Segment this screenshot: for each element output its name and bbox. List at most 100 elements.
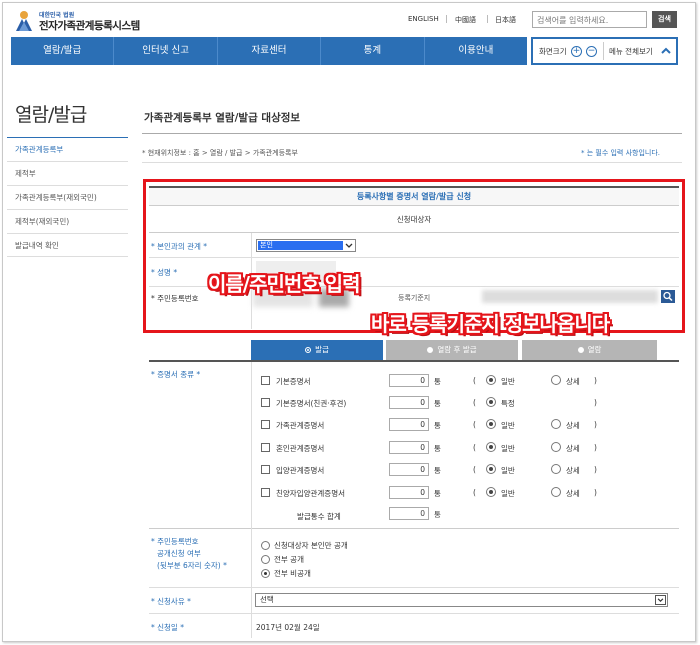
zoom-in-icon[interactable]: + [571, 46, 582, 57]
sidebar-nav: 가족관계등록부 제적부 가족관계등록부(재외국민) 제적부(재외국민) 발급내역… [7, 137, 128, 257]
certificate-quantity-input[interactable]: 0 [389, 463, 429, 476]
paren-close: ) [594, 488, 597, 497]
certificate-unit: 통 [434, 444, 441, 453]
chevron-up-icon[interactable] [660, 45, 672, 57]
reason-label: * 신청사유 * [151, 597, 191, 606]
certificate-name: 입양관계증명서 [276, 466, 325, 475]
certificate-option2-radio[interactable] [551, 487, 561, 497]
sidebar-item-removed-register-overseas[interactable]: 제적부(재외국민) [7, 209, 128, 233]
radio-icon [261, 541, 270, 550]
divider [149, 613, 679, 614]
sidebar-item-family-register[interactable]: 가족관계등록부 [7, 137, 128, 161]
overlay-caption-2: 바로 등록기준지 정보나옵니다 [371, 312, 610, 336]
sidebar-item-removed-register[interactable]: 제적부 [7, 161, 128, 185]
certificate-option1-label: 특정 [501, 399, 515, 408]
certificate-quantity-input[interactable]: 0 [389, 374, 429, 387]
reason-selected-value: 선택 [260, 595, 274, 604]
certificate-name: 기본증명서 [276, 377, 311, 386]
divider [149, 528, 679, 529]
certificate-checkbox[interactable] [261, 376, 270, 385]
total-label: 발급통수 합계 [297, 512, 341, 521]
certificate-row: 기본증명서 0 통 (일반 상세) [261, 374, 681, 388]
total-quantity: 0 [389, 507, 429, 520]
certificate-checkbox[interactable] [261, 443, 270, 452]
date-value: 2017년 02월 24일 [256, 623, 320, 632]
breadcrumb: * 현재위치정보 : 홈 > 열람 / 발급 > 가족관계등록부 [142, 149, 298, 157]
paren-open: ( [473, 376, 476, 385]
certificate-row: 친양자입양관계증명서 0 통 (일반 상세) [261, 486, 681, 500]
disclosure-option-all[interactable]: 전부 공개 [261, 554, 304, 565]
disclosure-option-none[interactable]: 전부 비공개 [261, 568, 311, 579]
certificate-checkbox[interactable] [261, 465, 270, 474]
site-logo[interactable]: 대한민국 법원 전자가족관계등록시스템 [13, 9, 163, 33]
radio-icon [261, 555, 270, 564]
certificate-unit: 통 [434, 377, 441, 386]
certificate-option2-label: 상세 [566, 421, 580, 430]
certificate-quantity-input[interactable]: 0 [389, 486, 429, 499]
certificate-option2-radio[interactable] [551, 375, 561, 385]
lang-chinese-link[interactable]: 中國語 [455, 15, 476, 25]
nav-item-guide[interactable]: 이용안내 [425, 37, 527, 65]
sidebar-item-family-register-overseas[interactable]: 가족관계등록부(재외국민) [7, 185, 128, 209]
nav-item-issue[interactable]: 열람/발급 [11, 37, 115, 65]
certificate-quantity-input[interactable]: 0 [389, 441, 429, 454]
tab-view-label: 열람 [587, 345, 602, 354]
tab-view-then-issue-label: 열람 후 발급 [437, 345, 477, 354]
certificate-option1-radio[interactable] [486, 487, 496, 497]
paren-close: ) [594, 376, 597, 385]
paren-open: ( [473, 465, 476, 474]
divider [251, 362, 252, 528]
date-label: * 신청일 * [151, 623, 184, 632]
certificate-checkbox[interactable] [261, 420, 270, 429]
certificate-name: 기본증명서(친권·후견) [276, 399, 347, 408]
certificate-name: 혼인관계증명서 [276, 444, 325, 453]
certificate-option2-radio[interactable] [551, 419, 561, 429]
rrn-disclosure-label-line: (뒷부분 6자리 숫자) * [157, 561, 227, 570]
court-emblem-icon [16, 11, 32, 31]
certificate-quantity-input[interactable]: 0 [389, 396, 429, 409]
lang-english-link[interactable]: ENGLISH [408, 15, 439, 23]
certificate-option1-radio[interactable] [486, 397, 496, 407]
certificate-option1-radio[interactable] [486, 375, 496, 385]
disclosure-option-self[interactable]: 신청대상자 본인만 공개 [261, 540, 348, 551]
disclosure-option-label: 전부 비공개 [274, 569, 311, 578]
sidebar-item-issue-history[interactable]: 발급내역 확인 [7, 233, 128, 257]
rrn-disclosure-label-line: * 주민등록번호 [151, 537, 199, 546]
certificate-option2-label: 상세 [566, 444, 580, 453]
certificate-name: 가족관계증명서 [276, 421, 325, 430]
certificate-unit: 통 [434, 399, 441, 408]
certificate-quantity-input[interactable]: 0 [389, 418, 429, 431]
paren-open: ( [473, 488, 476, 497]
main-nav: 열람/발급 인터넷 신고 자료센터 통계 이용안내 [11, 37, 527, 65]
paren-open: ( [473, 443, 476, 452]
certificate-option1-radio[interactable] [486, 464, 496, 474]
tab-view-then-issue[interactable]: 열람 후 발급 [386, 340, 518, 360]
certificate-option2-radio[interactable] [551, 464, 561, 474]
nav-item-statistics[interactable]: 통계 [321, 37, 425, 65]
nav-item-data-center[interactable]: 자료센터 [218, 37, 322, 65]
zoom-label: 화면크기 [539, 47, 567, 56]
menu-all-button[interactable]: 메뉴 전체보기 [609, 46, 653, 57]
certificate-unit: 통 [434, 489, 441, 498]
nav-item-internet-report[interactable]: 인터넷 신고 [114, 37, 218, 65]
certificate-option1-radio[interactable] [486, 419, 496, 429]
certificate-option1-radio[interactable] [486, 442, 496, 452]
radio-icon [427, 347, 434, 353]
radio-icon [305, 347, 312, 353]
lang-divider [446, 15, 447, 23]
certificate-checkbox[interactable] [261, 398, 270, 407]
browser-frame: 대한민국 법원 전자가족관계등록시스템 ENGLISH 中國語 日本語 검색어를… [2, 2, 696, 642]
reason-select[interactable]: 선택 [255, 593, 668, 607]
certificate-option2-radio[interactable] [551, 442, 561, 452]
lang-japanese-link[interactable]: 日本語 [495, 15, 516, 25]
search-input[interactable]: 검색어를 입력하세요. [532, 11, 647, 28]
paren-close: ) [594, 443, 597, 452]
search-button[interactable]: 검색 [652, 11, 677, 28]
tab-view[interactable]: 열람 [522, 340, 657, 360]
tab-issue[interactable]: 발급 [251, 340, 383, 360]
certificate-checkbox[interactable] [261, 488, 270, 497]
zoom-out-icon[interactable]: − [586, 46, 597, 57]
tab-issue-label: 발급 [315, 345, 329, 354]
certificate-row: 입양관계증명서 0 통 (일반 상세) [261, 463, 681, 477]
required-note: * 는 필수 입력 사항입니다. [581, 149, 661, 157]
